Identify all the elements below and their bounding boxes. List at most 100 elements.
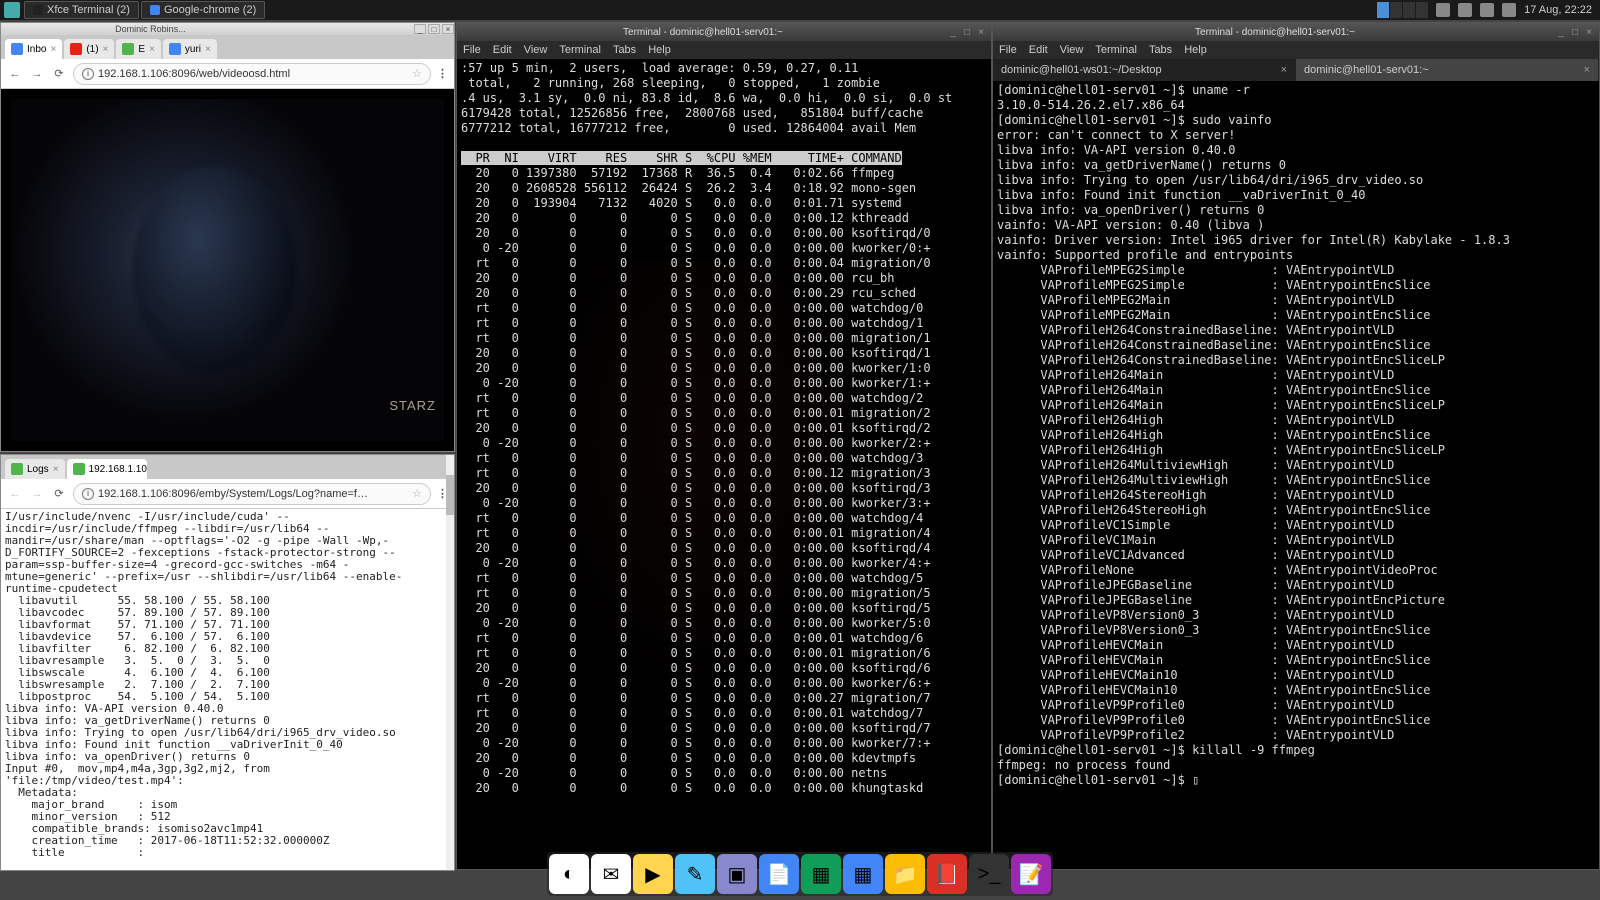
video-watermark: STARZ: [389, 398, 436, 413]
window-titlebar[interactable]: Terminal - dominic@hell01-serv01:~ _ □ ×: [993, 23, 1599, 41]
dock-pdf-icon[interactable]: 📕: [927, 854, 967, 894]
terminal-tab[interactable]: dominic@hell01-serv01:~×: [1296, 59, 1599, 81]
scrollbar[interactable]: [446, 455, 454, 870]
dock-media-icon[interactable]: ▶: [633, 854, 673, 894]
minimize-icon[interactable]: _: [947, 26, 959, 38]
star-icon[interactable]: ☆: [412, 67, 422, 80]
dock-notes-icon[interactable]: 📝: [1011, 854, 1051, 894]
browser-tabs: Logs×192.168.1.106:80×: [1, 455, 454, 479]
top-panel: Xfce Terminal (2)Google-chrome (2) 17 Au…: [0, 0, 1600, 20]
terminal-output[interactable]: [dominic@hell01-serv01 ~]$ uname -r 3.10…: [993, 81, 1599, 869]
info-icon[interactable]: i: [82, 68, 94, 80]
tray-icon[interactable]: [1480, 3, 1494, 17]
workspace-pager[interactable]: [1377, 2, 1428, 18]
star-icon[interactable]: ☆: [412, 487, 422, 500]
close-tab-icon[interactable]: ×: [53, 464, 59, 475]
url-bar[interactable]: i 192.168.1.106:8096/emby/System/Logs/Log…: [73, 483, 431, 505]
dock-gmail-icon[interactable]: ✉: [591, 854, 631, 894]
back-icon[interactable]: ←: [7, 66, 23, 82]
tray-icon[interactable]: [1436, 3, 1450, 17]
dock-screenshot-icon[interactable]: ▣: [717, 854, 757, 894]
reload-icon[interactable]: ⟳: [51, 66, 67, 82]
maximize-icon[interactable]: □: [961, 26, 973, 38]
clock[interactable]: 17 Aug, 22:22: [1524, 4, 1592, 16]
favicon-icon: [11, 463, 23, 475]
task-list: Xfce Terminal (2)Google-chrome (2): [24, 1, 265, 19]
dock: ◐✉▶✎▣📄▦▦📁📕>_📝: [547, 852, 1053, 896]
forward-icon[interactable]: →: [29, 66, 45, 82]
browser-tab[interactable]: yuri×: [163, 39, 217, 59]
terminal-window-top: Terminal - dominic@hell01-serv01:~ _ □ ×…: [456, 22, 992, 870]
dock-sheets-icon[interactable]: ▦: [801, 854, 841, 894]
tray-icon[interactable]: [1502, 3, 1516, 17]
tray-icon[interactable]: [1458, 3, 1472, 17]
close-icon[interactable]: ×: [975, 26, 987, 38]
close-tab-icon[interactable]: ×: [149, 44, 155, 55]
back-icon[interactable]: ←: [7, 486, 23, 502]
favicon-icon: [122, 43, 134, 55]
minimize-icon[interactable]: _: [1555, 26, 1567, 38]
menu-icon[interactable]: [4, 2, 20, 18]
terminal-menubar: File Edit View Terminal Tabs Help: [993, 41, 1599, 59]
menu-item[interactable]: Terminal: [559, 44, 601, 56]
menu-item[interactable]: Help: [1184, 44, 1207, 56]
reload-icon[interactable]: ⟳: [51, 486, 67, 502]
dock-files-icon[interactable]: 📁: [885, 854, 925, 894]
browser-toolbar: ← → ⟳ i 192.168.1.106:8096/emby/System/Lo…: [1, 479, 454, 509]
menu-item[interactable]: Edit: [1029, 44, 1048, 56]
maximize-icon[interactable]: □: [1569, 26, 1581, 38]
browser-window-logs: Logs×192.168.1.106:80× ← → ⟳ i 192.168.1.…: [0, 454, 455, 871]
dock-chrome-icon[interactable]: ◐: [549, 854, 589, 894]
url-text: 192.168.1.106:8096/emby/System/Logs/Log?…: [98, 488, 368, 500]
browser-tab[interactable]: Inbo×: [5, 39, 62, 59]
close-tab-icon[interactable]: ×: [205, 44, 211, 55]
close-tab-icon[interactable]: ×: [1584, 64, 1590, 76]
menu-icon[interactable]: ⋮: [437, 67, 448, 80]
terminal-window-vainfo: Terminal - dominic@hell01-serv01:~ _ □ ×…: [992, 22, 1600, 870]
terminal-tab[interactable]: dominic@hell01-ws01:~/Desktop×: [993, 59, 1296, 81]
favicon-icon: [73, 463, 85, 475]
menu-item[interactable]: File: [463, 44, 481, 56]
url-bar[interactable]: i192.168.1.106:8096/web/videoosd.html☆: [73, 63, 431, 85]
terminal-menubar: File Edit View Terminal Tabs Help: [457, 41, 991, 59]
dock-docs-icon[interactable]: 📄: [759, 854, 799, 894]
dock-terminal-icon[interactable]: >_: [969, 854, 1009, 894]
favicon-icon: [11, 43, 23, 55]
minimize-icon[interactable]: _: [414, 24, 426, 34]
panel-tray: 17 Aug, 22:22: [1377, 2, 1600, 18]
menu-item[interactable]: Tabs: [613, 44, 636, 56]
close-tab-icon[interactable]: ×: [1281, 64, 1287, 76]
window-titlebar[interactable]: Dominic Robins... _□×: [1, 23, 454, 35]
browser-tab[interactable]: 192.168.1.106:80×: [67, 459, 147, 479]
browser-tab[interactable]: Logs×: [5, 459, 65, 479]
menu-item[interactable]: Terminal: [1095, 44, 1137, 56]
window-titlebar[interactable]: Terminal - dominic@hell01-serv01:~ _ □ ×: [457, 23, 991, 41]
log-content[interactable]: I/usr/include/nvenc -I/usr/include/cuda'…: [1, 509, 454, 870]
dock-calc-icon[interactable]: ▦: [843, 854, 883, 894]
close-tab-icon[interactable]: ×: [103, 44, 109, 55]
task-button[interactable]: Google-chrome (2): [141, 1, 265, 19]
favicon-icon: [169, 43, 181, 55]
maximize-icon[interactable]: □: [428, 24, 440, 34]
close-icon[interactable]: ×: [442, 24, 454, 34]
browser-toolbar: ← → ⟳ i192.168.1.106:8096/web/videoosd.h…: [1, 59, 454, 89]
info-icon[interactable]: i: [82, 488, 94, 500]
browser-tab[interactable]: E×: [116, 39, 161, 59]
task-button[interactable]: Xfce Terminal (2): [24, 1, 139, 19]
menu-item[interactable]: File: [999, 44, 1017, 56]
terminal-output[interactable]: :57 up 5 min, 2 users, load average: 0.5…: [457, 59, 991, 869]
menu-item[interactable]: View: [524, 44, 548, 56]
menu-item[interactable]: Tabs: [1149, 44, 1172, 56]
favicon-icon: [70, 43, 82, 55]
forward-icon[interactable]: →: [29, 486, 45, 502]
terminal-tabs: dominic@hell01-ws01:~/Desktop×dominic@he…: [993, 59, 1599, 81]
menu-item[interactable]: View: [1060, 44, 1084, 56]
window-title: Terminal - dominic@hell01-serv01:~: [461, 27, 945, 38]
dock-editor-icon[interactable]: ✎: [675, 854, 715, 894]
menu-item[interactable]: Edit: [493, 44, 512, 56]
close-tab-icon[interactable]: ×: [50, 44, 56, 55]
menu-item[interactable]: Help: [648, 44, 671, 56]
video-player[interactable]: STARZ: [1, 89, 454, 451]
browser-tab[interactable]: (1)×: [64, 39, 114, 59]
close-icon[interactable]: ×: [1583, 26, 1595, 38]
